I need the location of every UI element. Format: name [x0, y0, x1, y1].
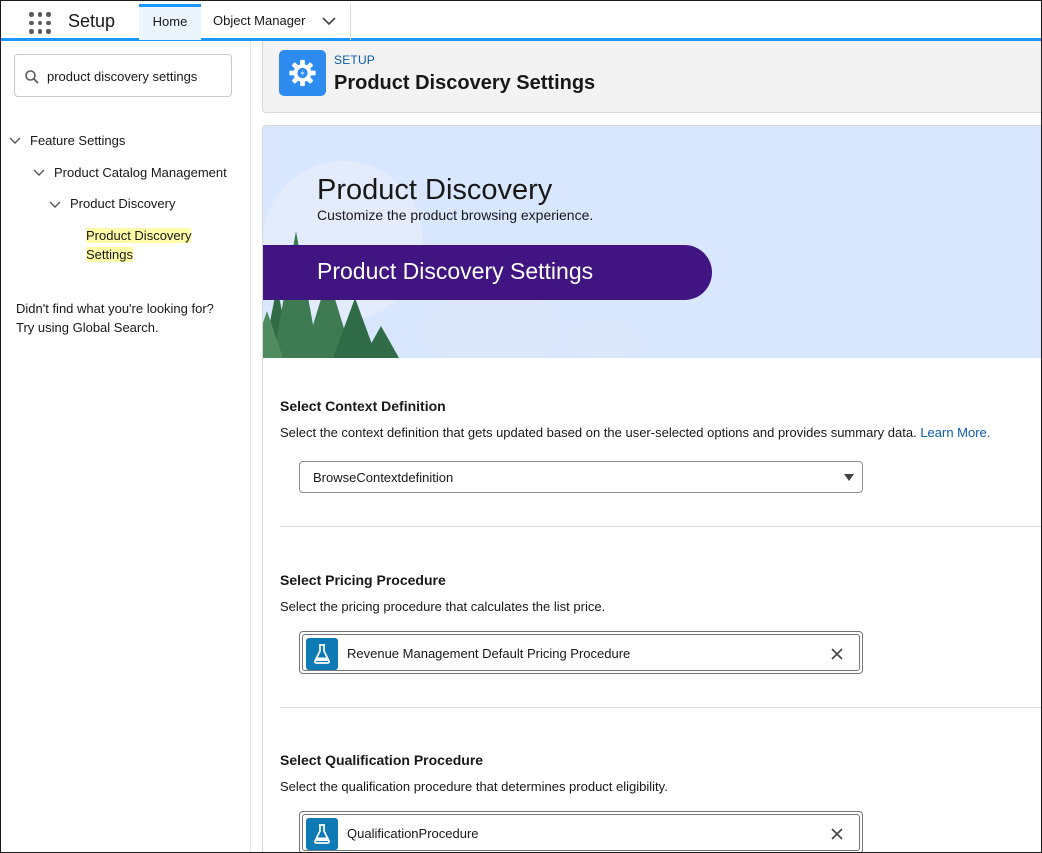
help-line-2: Try using Global Search.: [16, 320, 159, 335]
search-icon: [25, 70, 39, 84]
tab-object-manager[interactable]: Object Manager: [201, 4, 351, 40]
section-divider: [280, 707, 1041, 708]
pricing-procedure-lookup[interactable]: Revenue Management Default Pricing Proce…: [299, 631, 863, 674]
dropdown-caret-icon: [844, 474, 854, 481]
context-definition-value: BrowseContextdefinition: [313, 470, 454, 485]
setup-sidebar: Feature Settings Product Catalog Managem…: [1, 41, 251, 852]
close-icon[interactable]: [831, 648, 843, 660]
help-line-1: Didn't find what you're looking for?: [16, 301, 214, 316]
chevron-down-icon[interactable]: [322, 16, 336, 26]
page-header: SETUP Product Discovery Settings: [262, 41, 1041, 113]
pricing-procedure-pill: Revenue Management Default Pricing Proce…: [302, 634, 860, 671]
banner-ribbon: Product Discovery Settings: [263, 245, 712, 300]
banner-subtitle: Customize the product browsing experienc…: [317, 207, 594, 223]
pricing-procedure-value: Revenue Management Default Pricing Proce…: [347, 646, 631, 661]
context-section-description: Select the context definition that gets …: [280, 425, 990, 440]
tree-item-label-line1: Product Discovery: [86, 228, 192, 243]
qualification-procedure-lookup[interactable]: QualificationProcedure: [299, 811, 863, 852]
settings-content: Product Discovery Customize the product …: [262, 125, 1041, 852]
tree-item-label-line2: Settings: [86, 247, 133, 262]
search-help-text: Didn't find what you're looking for? Try…: [16, 299, 214, 337]
flask-icon: [306, 818, 338, 850]
section-divider: [280, 526, 1041, 527]
qualification-procedure-pill: QualificationProcedure: [302, 814, 860, 851]
learn-more-link[interactable]: Learn More.: [920, 425, 990, 440]
close-icon[interactable]: [831, 828, 843, 840]
quick-find-input[interactable]: [47, 65, 227, 87]
setup-window: Setup Home Object Manager Feature Settin…: [0, 0, 1042, 853]
chevron-down-icon[interactable]: [49, 201, 61, 209]
app-name: Setup: [68, 11, 116, 31]
qualification-procedure-value: QualificationProcedure: [347, 826, 479, 841]
context-section-title: Select Context Definition: [280, 398, 446, 414]
quick-find-box[interactable]: [14, 54, 232, 97]
tree-item-product-catalog-management[interactable]: Product Catalog Management: [54, 165, 227, 180]
banner-title: Product Discovery: [317, 174, 553, 206]
pricing-section-title: Select Pricing Procedure: [280, 572, 446, 588]
tree-item-feature-settings[interactable]: Feature Settings: [30, 133, 125, 148]
context-definition-select[interactable]: BrowseContextdefinition: [299, 461, 863, 493]
tree-item-product-discovery-settings[interactable]: Product Discovery Settings: [86, 226, 192, 264]
chevron-down-icon[interactable]: [33, 169, 45, 177]
flask-icon: [306, 638, 338, 670]
banner-illustration: [263, 161, 643, 358]
tab-object-manager-label: Object Manager: [213, 13, 306, 28]
app-launcher-icon[interactable]: [29, 12, 51, 34]
chevron-down-icon[interactable]: [9, 137, 21, 145]
page-eyebrow: SETUP: [334, 53, 376, 67]
qualification-section-title: Select Qualification Procedure: [280, 752, 484, 768]
tree-item-product-discovery[interactable]: Product Discovery: [70, 196, 175, 211]
tab-home[interactable]: Home: [139, 4, 201, 40]
context-description-text: Select the context definition that gets …: [280, 425, 917, 440]
qualification-section-description: Select the qualification procedure that …: [280, 779, 668, 794]
global-header: Setup Home Object Manager: [1, 1, 1041, 41]
banner-ribbon-text: Product Discovery Settings: [317, 258, 594, 284]
page-title: Product Discovery Settings: [334, 72, 596, 94]
hero-banner: Product Discovery Customize the product …: [263, 126, 1041, 358]
settings-gear-icon: [279, 50, 326, 96]
pricing-section-description: Select the pricing procedure that calcul…: [280, 599, 606, 614]
